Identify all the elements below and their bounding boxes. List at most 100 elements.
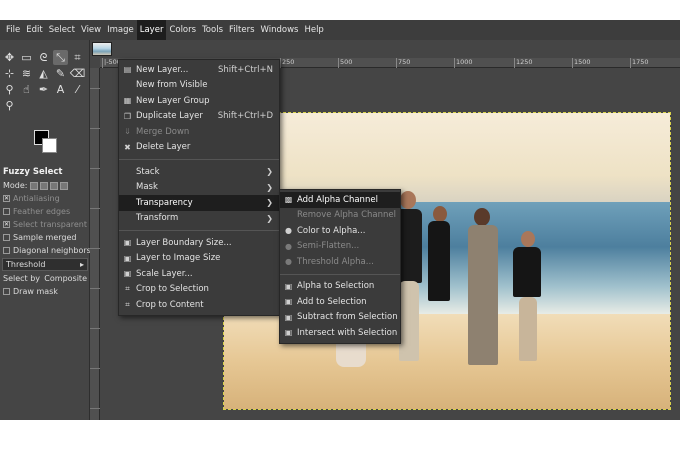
menu-item-layer-to-image-size[interactable]: ▣ Layer to Image Size bbox=[119, 251, 279, 267]
alpha-to-selection-icon: ▣ bbox=[284, 281, 293, 291]
color-swatches[interactable] bbox=[34, 130, 58, 154]
menu-file[interactable]: File bbox=[3, 20, 23, 40]
submenu-arrow-icon: ❯ bbox=[266, 182, 273, 192]
checkbox-icon[interactable] bbox=[3, 208, 10, 215]
checkbox-checked-icon[interactable]: ✕ bbox=[3, 195, 10, 202]
paths-icon[interactable]: ✒ bbox=[36, 82, 51, 97]
menu-item-layer-boundary-size[interactable]: ▣ Layer Boundary Size... bbox=[119, 235, 279, 251]
menu-item-new-layer[interactable]: ▤ New Layer... Shift+Ctrl+N bbox=[119, 62, 279, 78]
antialiasing-option[interactable]: ✕ Antialiasing bbox=[0, 192, 90, 205]
checkbox-icon[interactable] bbox=[3, 247, 10, 254]
menu-image[interactable]: Image bbox=[104, 20, 137, 40]
person-mother bbox=[468, 225, 498, 365]
vertical-ruler bbox=[90, 68, 100, 420]
menu-item-add-alpha-channel[interactable]: ▩ Add Alpha Channel bbox=[280, 192, 400, 208]
menu-item-new-layer-group[interactable]: ▦ New Layer Group bbox=[119, 93, 279, 109]
menu-select[interactable]: Select bbox=[46, 20, 78, 40]
menu-item-semi-flatten: ● Semi-Flatten... bbox=[280, 239, 400, 255]
unified-transform-icon[interactable]: ⊹ bbox=[2, 66, 17, 81]
menu-item-scale-layer[interactable]: ▣ Scale Layer... bbox=[119, 266, 279, 282]
person-boy bbox=[513, 247, 541, 297]
checkbox-icon[interactable] bbox=[3, 288, 10, 295]
subtract-selection-icon: ▣ bbox=[284, 312, 293, 322]
boundary-size-icon: ▣ bbox=[123, 238, 132, 248]
bucket-fill-icon[interactable]: ◭ bbox=[36, 66, 51, 81]
background-color[interactable] bbox=[42, 138, 57, 153]
menu-windows[interactable]: Windows bbox=[258, 20, 302, 40]
merge-down-icon: ⇓ bbox=[124, 127, 131, 137]
semi-flatten-icon: ● bbox=[285, 241, 292, 251]
threshold-slider[interactable]: Threshold ▸ bbox=[2, 258, 88, 271]
menu-tools[interactable]: Tools bbox=[199, 20, 226, 40]
menu-edit[interactable]: Edit bbox=[23, 20, 45, 40]
diagonal-neighbors-option[interactable]: Diagonal neighbors bbox=[0, 244, 90, 257]
menu-item-add-to-selection[interactable]: ▣ Add to Selection bbox=[280, 294, 400, 310]
select-transparent-option[interactable]: ✕ Select transparent areas bbox=[0, 218, 90, 231]
submenu-stack[interactable]: Stack ❯ bbox=[119, 164, 279, 180]
menu-item-intersect-with-selection[interactable]: ▣ Intersect with Selection bbox=[280, 325, 400, 341]
person-head bbox=[521, 231, 535, 247]
ruler-label: 1750 bbox=[632, 58, 649, 66]
menu-item-delete-layer[interactable]: ✖ Delete Layer bbox=[119, 140, 279, 156]
mode-replace-icon[interactable] bbox=[29, 181, 38, 190]
blank-icon bbox=[123, 81, 132, 90]
select-by-value[interactable]: Composite bbox=[44, 272, 87, 285]
fuzzy-select-icon[interactable]: ⤡ bbox=[53, 50, 68, 65]
eraser-icon[interactable]: ⌫ bbox=[70, 66, 86, 81]
checkbox-icon[interactable] bbox=[3, 234, 10, 241]
menu-item-crop-to-selection[interactable]: ⌗ Crop to Selection bbox=[119, 282, 279, 298]
menu-item-label: New Layer... bbox=[136, 64, 189, 75]
menu-view[interactable]: View bbox=[78, 20, 104, 40]
menu-layer[interactable]: Layer bbox=[136, 20, 167, 40]
person-head bbox=[400, 191, 416, 209]
crop-tool-icon[interactable]: ⌗ bbox=[70, 50, 85, 65]
add-alpha-icon: ▩ bbox=[284, 195, 293, 205]
threshold-alpha-icon: ● bbox=[285, 257, 292, 267]
submenu-mask[interactable]: Mask ❯ bbox=[119, 180, 279, 196]
color-to-alpha-icon: ● bbox=[285, 226, 292, 236]
text-tool-icon[interactable]: A bbox=[53, 82, 68, 97]
warp-transform-icon[interactable]: ≋ bbox=[19, 66, 34, 81]
menu-help[interactable]: Help bbox=[301, 20, 326, 40]
submenu-arrow-icon: ❯ bbox=[266, 167, 273, 177]
select-by-row[interactable]: Select by Composite bbox=[0, 272, 90, 285]
checkbox-checked-icon[interactable]: ✕ bbox=[3, 221, 10, 228]
sample-merged-option[interactable]: Sample merged bbox=[0, 231, 90, 244]
menu-item-new-from-visible[interactable]: New from Visible bbox=[119, 78, 279, 94]
menu-item-label: Layer Boundary Size... bbox=[136, 237, 232, 248]
mode-intersect-icon[interactable] bbox=[59, 181, 68, 190]
submenu-transform[interactable]: Transform ❯ bbox=[119, 211, 279, 227]
menu-item-color-to-alpha[interactable]: ● Color to Alpha... bbox=[280, 223, 400, 239]
menu-filters[interactable]: Filters bbox=[226, 20, 257, 40]
intersect-selection-icon: ▣ bbox=[284, 328, 293, 338]
menu-item-alpha-to-selection[interactable]: ▣ Alpha to Selection bbox=[280, 279, 400, 295]
color-picker-icon[interactable]: ⁄ bbox=[70, 82, 85, 97]
smudge-icon[interactable]: ☝ bbox=[19, 82, 34, 97]
mode-add-icon[interactable] bbox=[39, 181, 48, 190]
zoom-tool-icon[interactable]: ⚲ bbox=[2, 98, 17, 113]
ruler-label: 500 bbox=[340, 58, 353, 66]
toolbox: ✥ ▭ ᘓ ⤡ ⌗ ⊹ ≋ ◭ ✎ ⌫ ⚲ ☝ ✒ A ⁄ ⚲ Fuzzy Se… bbox=[0, 40, 90, 420]
new-layer-icon: ▤ bbox=[123, 65, 132, 75]
option-label: Diagonal neighbors bbox=[13, 246, 90, 255]
menu-item-label: Alpha to Selection bbox=[297, 281, 375, 292]
menu-colors[interactable]: Colors bbox=[166, 20, 199, 40]
blank-icon bbox=[123, 183, 132, 192]
menu-item-crop-to-content[interactable]: ⌗ Crop to Content bbox=[119, 297, 279, 313]
image-tab-thumbnail[interactable] bbox=[92, 42, 112, 56]
paintbrush-icon[interactable]: ✎ bbox=[53, 66, 68, 81]
clone-icon[interactable]: ⚲ bbox=[2, 82, 17, 97]
blank-icon bbox=[284, 211, 293, 220]
threshold-spinner-icon[interactable]: ▸ bbox=[80, 260, 84, 269]
feather-edges-option[interactable]: Feather edges bbox=[0, 205, 90, 218]
mode-subtract-icon[interactable] bbox=[49, 181, 58, 190]
menu-item-duplicate-layer[interactable]: ❐ Duplicate Layer Shift+Ctrl+D bbox=[119, 109, 279, 125]
move-tool-icon[interactable]: ✥ bbox=[2, 50, 17, 65]
submenu-transparency[interactable]: Transparency ❯ bbox=[119, 195, 279, 211]
draw-mask-option[interactable]: Draw mask bbox=[0, 285, 90, 298]
menu-item-subtract-from-selection[interactable]: ▣ Subtract from Selection bbox=[280, 310, 400, 326]
menu-item-label: Layer to Image Size bbox=[136, 253, 221, 264]
person-father-legs bbox=[399, 281, 419, 361]
free-select-icon[interactable]: ᘓ bbox=[36, 50, 51, 65]
rect-select-icon[interactable]: ▭ bbox=[19, 50, 34, 65]
